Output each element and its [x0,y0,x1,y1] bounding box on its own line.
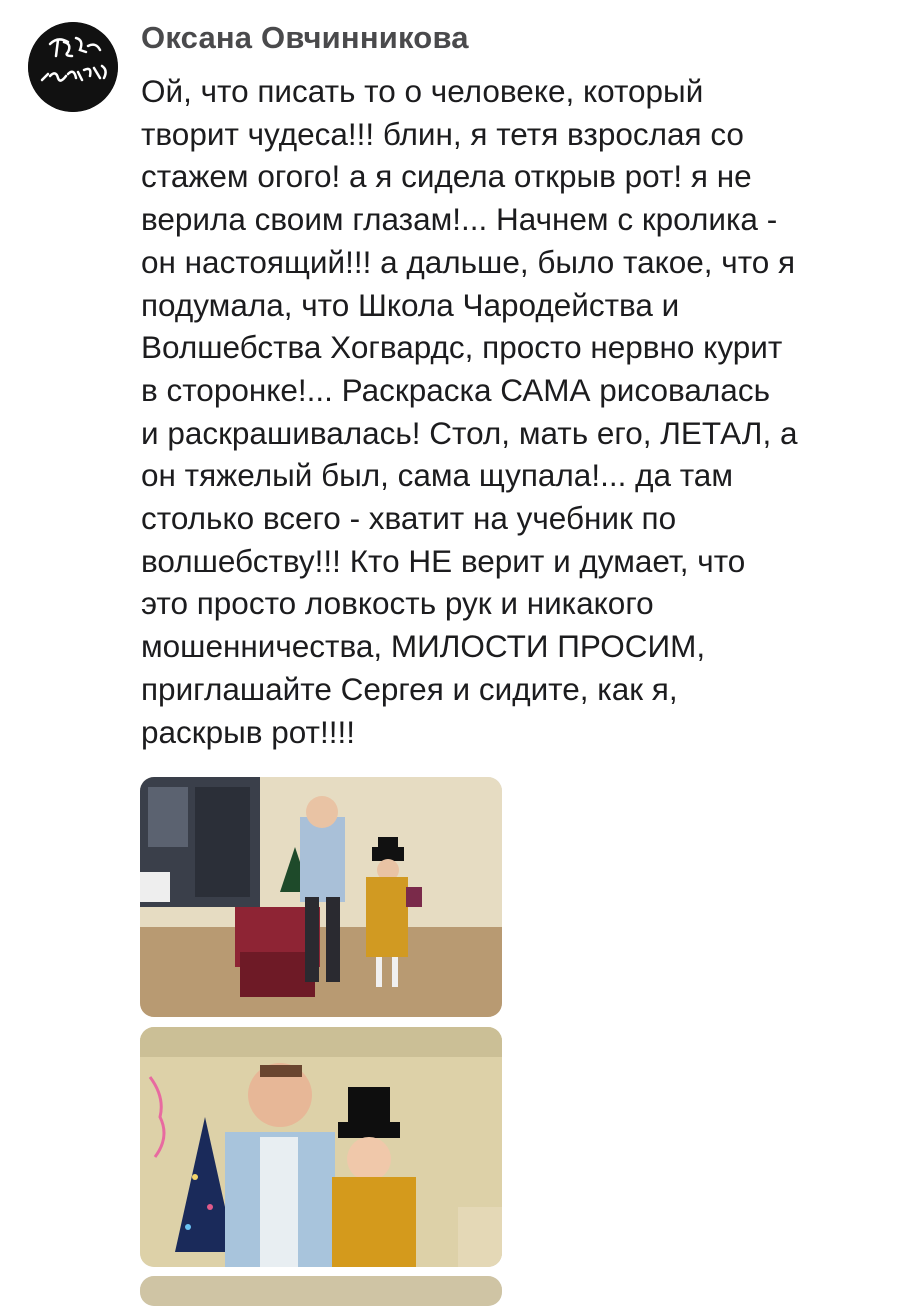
post-photo-1[interactable] [140,777,502,1017]
third-photo-icon [140,1276,502,1306]
magician-closeup-with-girl-photo-icon [140,1027,502,1267]
post-text-line: стажем огого! а я сидела открыв рот! я н… [141,158,752,195]
post-text-line: это просто ловкость рук и никакого [141,585,654,622]
post-text-line: раскрыв рот!!!! [141,713,355,750]
post-text-line: Ой, что писать то о человеке, который [141,73,704,109]
post-text-line: верила своим глазам!... Начнем с кролика… [141,201,778,238]
post-text-line: в сторонке!... Раскраска САМА рисовалась [141,371,770,408]
author-avatar[interactable] [28,22,118,112]
post-text-line: он тяжелый был, сама щупала!... да там [141,457,733,494]
post-text-line: волшебству!!! Кто НЕ верит и думает, что [141,542,746,579]
post-text-line: столько всего - хватит на учебник по [141,500,677,537]
post-text-line: приглашайте Сергея и сидите, как я, [141,670,678,707]
magician-with-girl-photo-icon [140,777,502,1017]
post-photo-3[interactable] [140,1276,502,1306]
post-photo-2[interactable] [140,1027,502,1267]
author-name[interactable]: Оксана Овчинникова [141,20,469,56]
post-text-line: и раскрашивалась! Стол, мать его, ЛЕТАЛ,… [141,414,798,451]
post-text-line: Волшебства Хогвардс, просто нервно курит [141,329,783,366]
post-text-line: мошенничества, МИЛОСТИ ПРОСИМ, [141,628,706,665]
post-text-line: творит чудеса!!! блин, я тетя взрослая с… [141,115,744,152]
hogbabochki-logo-icon [28,22,118,112]
post-text: Ой, что писать то о человеке, который тв… [141,70,881,753]
post-text-line: подумала, что Школа Чародейства и [141,286,680,323]
post-text-line: он настоящий!!! а дальше, было такое, чт… [141,243,796,280]
